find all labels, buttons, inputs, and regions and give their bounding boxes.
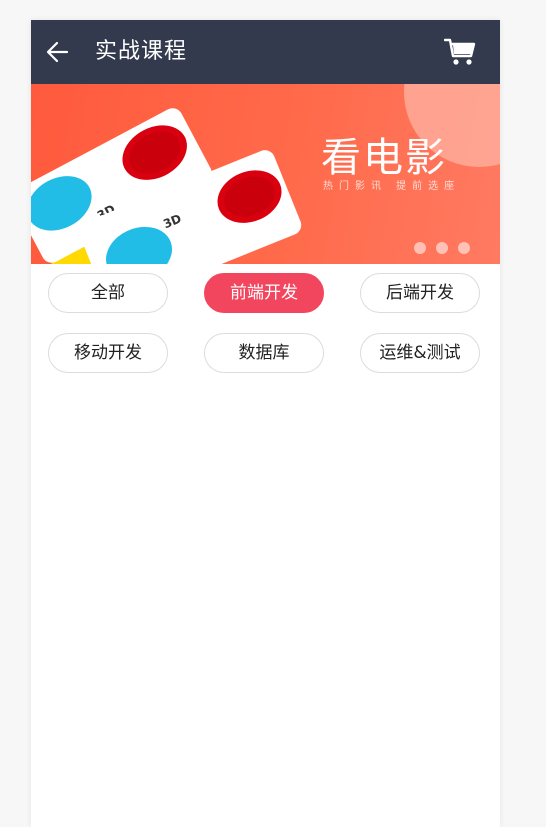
carousel-dot-2[interactable] xyxy=(436,242,448,254)
top-navigation-bar: 实战课程 xyxy=(31,20,500,84)
banner-title: 看电影 xyxy=(321,135,447,181)
category-all[interactable]: 全部 xyxy=(48,273,168,313)
category-frontend[interactable]: 前端开发 xyxy=(204,273,324,313)
back-button[interactable] xyxy=(45,39,71,65)
category-database[interactable]: 数据库 xyxy=(204,333,324,373)
carousel-dot-3[interactable] xyxy=(458,242,470,254)
promo-banner-carousel[interactable]: 3D 3D 看电影 热门影讯 提前选座 xyxy=(31,84,500,264)
shopping-cart-icon xyxy=(443,38,476,65)
category-mobile[interactable]: 移动开发 xyxy=(48,333,168,373)
carousel-indicators xyxy=(414,242,470,254)
carousel-dot-1[interactable] xyxy=(414,242,426,254)
category-ops-testing[interactable]: 运维&测试 xyxy=(360,333,480,373)
category-backend[interactable]: 后端开发 xyxy=(360,273,480,313)
page-title: 实战课程 xyxy=(95,39,188,64)
arrow-left-icon xyxy=(46,41,69,63)
app-screen: 实战课程 3D 3D 看电影 热门影讯 提前选座 全部 前端开发 后端开发 移动… xyxy=(31,20,500,827)
banner-subtitle: 热门影讯 提前选座 xyxy=(323,181,461,192)
cart-button[interactable] xyxy=(443,37,476,67)
